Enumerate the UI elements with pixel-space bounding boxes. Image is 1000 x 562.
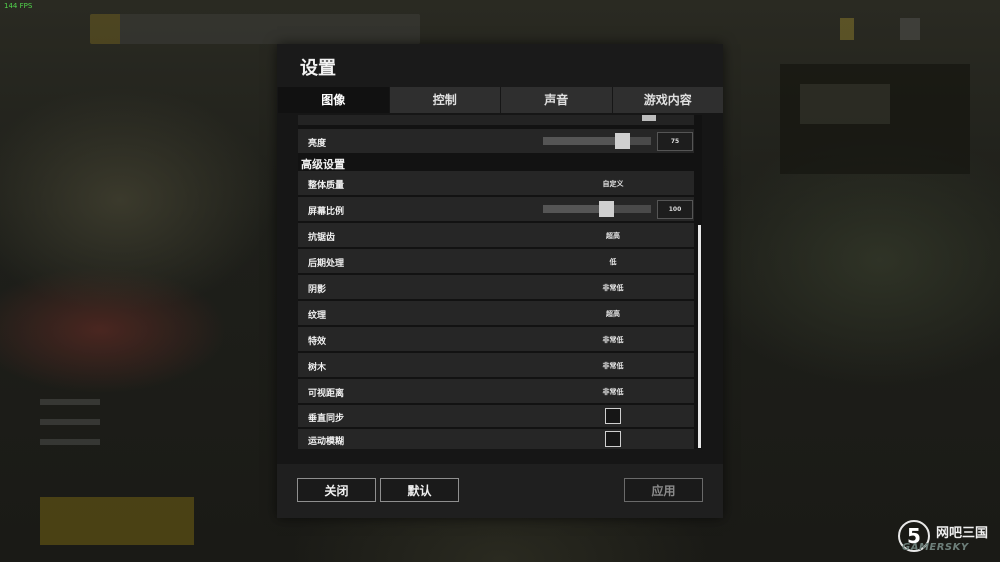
setting-row-effects[interactable]: 特效 非常低 [298, 327, 694, 351]
textures-label: 纹理 [308, 311, 327, 321]
shadows-value: 非常低 [602, 284, 624, 292]
tab-bar: 图像 控制 声音 游戏内容 [277, 87, 723, 113]
effects-label: 特效 [308, 337, 327, 347]
setting-row-textures[interactable]: 纹理 超高 [298, 301, 694, 325]
anti-aliasing-value: 超高 [606, 232, 620, 240]
screen-scale-label: 屏幕比例 [308, 207, 345, 217]
window-footer: 关闭 默认 应用 [277, 464, 723, 518]
textures-value: 超高 [606, 310, 620, 318]
window-title: 设置 [300, 58, 336, 79]
background-top-icons [840, 18, 980, 40]
watermark-cn-text: 网吧三国 [936, 526, 989, 541]
previous-row-stub [298, 115, 694, 125]
screen-scale-slider-thumb[interactable] [598, 201, 614, 217]
screen-scale-slider-fill [543, 205, 606, 213]
motion-blur-label: 运动模糊 [308, 437, 345, 447]
anti-aliasing-label: 抗锯齿 [308, 233, 336, 243]
tab-gameplay[interactable]: 游戏内容 [611, 87, 723, 113]
brightness-slider-thumb[interactable] [614, 133, 630, 149]
watermark-en-text: GAMERSKY [902, 542, 969, 553]
default-button[interactable]: 默认 [380, 478, 459, 502]
foliage-value: 非常低 [602, 362, 624, 370]
tab-controls[interactable]: 控制 [388, 87, 500, 113]
brightness-value-box[interactable]: 75 [657, 132, 693, 151]
vsync-label: 垂直同步 [308, 414, 345, 424]
setting-row-brightness: 亮度 75 [298, 129, 694, 153]
effects-value: 非常低 [602, 336, 624, 344]
settings-window: 设置 图像 控制 声音 游戏内容 亮度 75 高级设置 整体质量 自定义 屏幕比… [277, 44, 723, 518]
overall-quality-label: 整体质量 [308, 181, 345, 191]
background-start-button [40, 497, 194, 545]
brightness-label: 亮度 [308, 139, 327, 149]
fps-counter: 144 FPS [4, 2, 33, 10]
view-distance-label: 可视距离 [308, 389, 345, 399]
setting-row-overall-quality[interactable]: 整体质量 自定义 [298, 171, 694, 195]
window-header: 设置 [277, 44, 723, 87]
previous-row-knob [642, 115, 656, 121]
settings-scrollbar[interactable] [698, 225, 701, 448]
brightness-slider[interactable] [543, 133, 651, 149]
setting-row-foliage[interactable]: 树木 非常低 [298, 353, 694, 377]
brightness-slider-fill [543, 137, 622, 145]
settings-content: 亮度 75 高级设置 整体质量 自定义 屏幕比例 100 抗锯齿 超高 后期处理… [298, 115, 702, 449]
setting-row-shadows[interactable]: 阴影 非常低 [298, 275, 694, 299]
background-top-bar [90, 14, 420, 44]
setting-row-view-distance[interactable]: 可视距离 非常低 [298, 379, 694, 403]
post-processing-label: 后期处理 [308, 259, 345, 269]
background-news-card [780, 64, 970, 174]
screen-scale-value-box[interactable]: 100 [657, 200, 693, 219]
setting-row-vsync: 垂直同步 [298, 405, 694, 427]
view-distance-value: 非常低 [602, 388, 624, 396]
setting-row-post-processing[interactable]: 后期处理 低 [298, 249, 694, 273]
vsync-checkbox[interactable] [605, 408, 621, 424]
tab-sound[interactable]: 声音 [500, 87, 612, 113]
setting-row-screen-scale: 屏幕比例 100 [298, 197, 694, 221]
motion-blur-checkbox[interactable] [605, 431, 621, 447]
overall-quality-value: 自定义 [602, 180, 624, 188]
advanced-section-title: 高级设置 [301, 158, 345, 171]
screen-scale-slider[interactable] [543, 201, 651, 217]
background-menu-list [40, 385, 130, 485]
apply-button[interactable]: 应用 [624, 478, 703, 502]
tab-graphics[interactable]: 图像 [277, 87, 389, 113]
foliage-label: 树木 [308, 363, 327, 373]
post-processing-value: 低 [609, 258, 617, 266]
setting-row-anti-aliasing[interactable]: 抗锯齿 超高 [298, 223, 694, 247]
setting-row-motion-blur: 运动模糊 [298, 429, 694, 449]
close-button[interactable]: 关闭 [297, 478, 376, 502]
shadows-label: 阴影 [308, 285, 327, 295]
watermark: 5 网吧三国 GAMERSKY [898, 520, 998, 560]
